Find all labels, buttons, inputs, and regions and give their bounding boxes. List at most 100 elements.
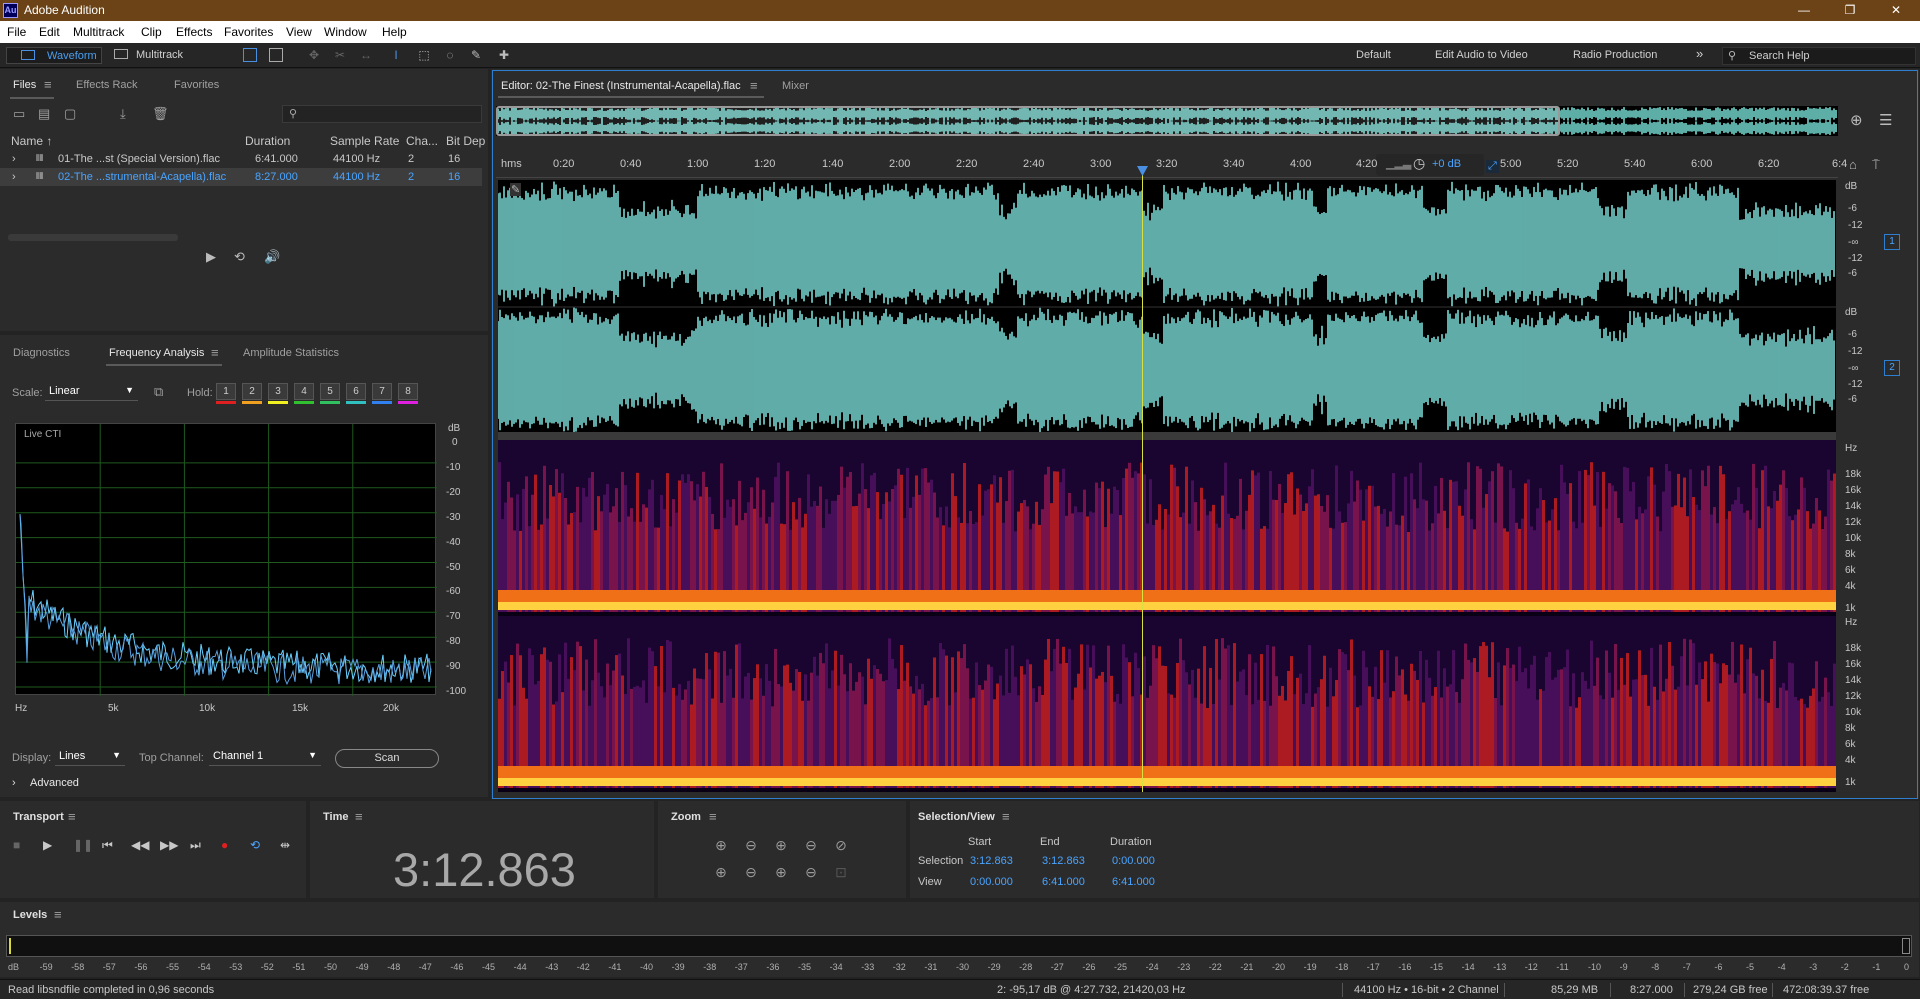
edit-icon[interactable]: ✎	[510, 183, 522, 196]
files-scrollbar[interactable]	[8, 234, 178, 241]
files-menu-icon[interactable]: ≡	[44, 77, 52, 92]
panel-options-icon[interactable]: ☰	[1879, 111, 1892, 129]
menu-edit[interactable]: Edit	[39, 25, 60, 39]
loop-preview-icon[interactable]: ⟲	[234, 249, 245, 265]
play-preview-icon[interactable]: ▶	[206, 249, 216, 265]
overview-view-range[interactable]	[496, 106, 1560, 136]
col-sample-rate[interactable]: Sample Rate	[330, 134, 399, 148]
overview-strip[interactable]	[495, 106, 1838, 136]
tab-editor[interactable]: Editor: 02-The Finest (Instrumental-Acap…	[501, 80, 741, 92]
menu-window[interactable]: Window	[324, 25, 367, 39]
brush-tool-icon[interactable]: ✎	[469, 48, 483, 62]
slip-tool-icon[interactable]: ↔	[359, 48, 373, 62]
spectrogram-low-band	[1275, 590, 1278, 604]
menu-file[interactable]: File	[7, 25, 26, 39]
files-search-input[interactable]: ⚲	[282, 105, 482, 123]
tab-frequency-analysis[interactable]: Frequency Analysis	[109, 347, 204, 359]
editor-menu-icon[interactable]: ≡	[750, 78, 758, 93]
spectrogram-bass-band	[699, 778, 702, 786]
expand-chevron-icon[interactable]: ›	[12, 153, 16, 165]
col-name[interactable]: Name ↑	[11, 134, 52, 148]
spectrogram-low-band	[750, 590, 753, 604]
workspace-radio-production[interactable]: Radio Production	[1573, 49, 1657, 61]
pin-hud-icon[interactable]: ⤢	[1486, 160, 1499, 173]
snap-icon[interactable]: ⌂	[1849, 157, 1857, 172]
spectrogram-low-band	[528, 766, 531, 780]
col-channels[interactable]: Cha...	[406, 134, 438, 148]
scale-dropdown[interactable]: Linear ▼	[45, 383, 138, 401]
waveform-display[interactable]: ✎	[497, 180, 1836, 434]
lasso-tool-icon[interactable]: ◌	[443, 48, 457, 62]
marker-icon[interactable]: ⍑	[1872, 157, 1880, 173]
marquee-tool-icon[interactable]: ⬚	[417, 48, 431, 62]
scan-button[interactable]: Scan	[335, 749, 439, 768]
tab-favorites[interactable]: Favorites	[174, 79, 219, 91]
tab-mixer[interactable]: Mixer	[782, 80, 809, 92]
workspace-edit-audio-to-video[interactable]: Edit Audio to Video	[1435, 49, 1528, 61]
display-dropdown[interactable]: Lines ▼	[55, 748, 125, 766]
spectrogram-low-band	[1362, 590, 1365, 604]
copy-icon[interactable]: ⧉	[154, 384, 163, 400]
new-file-icon[interactable]: ▢	[64, 106, 76, 122]
spectrogram-low-band	[654, 766, 657, 780]
import-file-icon[interactable]: ▤	[38, 106, 50, 122]
spot-healing-tool-icon[interactable]: ✚	[497, 48, 511, 62]
col-bit-depth[interactable]: Bit Dep	[446, 134, 485, 148]
multitrack-view-button[interactable]: Multitrack	[112, 47, 202, 64]
waveform-display-icon[interactable]	[243, 48, 257, 62]
freq-menu-icon[interactable]: ≡	[211, 345, 219, 360]
restore-button[interactable]: ❐	[1830, 0, 1870, 21]
spectrogram-low-band	[1215, 590, 1218, 604]
waveform-view-button[interactable]: Waveform	[6, 47, 102, 64]
spectrogram-low-band	[936, 590, 939, 604]
time-selection-tool-icon[interactable]: I	[389, 48, 403, 62]
expand-chevron-icon[interactable]: ›	[12, 171, 16, 183]
spectrogram-low-band	[1299, 590, 1302, 604]
menu-favorites[interactable]: Favorites	[224, 25, 273, 39]
spectral-display[interactable]	[498, 440, 1836, 792]
tab-amplitude-statistics[interactable]: Amplitude Statistics	[243, 347, 339, 359]
auto-play-icon[interactable]: 🔊	[264, 249, 280, 265]
col-duration[interactable]: Duration	[245, 134, 290, 148]
channel-2-toggle[interactable]: 2	[1884, 360, 1900, 376]
file-row-selected[interactable]: › ⫴⫴ 02-The ...strumental-Acapella).flac…	[0, 168, 482, 186]
move-tool-icon[interactable]: ✥	[307, 48, 321, 62]
spectrogram-bass-band	[729, 602, 732, 610]
spectrogram-low-band	[723, 766, 726, 780]
file-row[interactable]: › ⫴⫴ 01-The ...st (Special Version).flac…	[0, 150, 482, 168]
spectrogram-low-band	[1170, 590, 1173, 604]
menu-multitrack[interactable]: Multitrack	[73, 25, 124, 39]
search-help-field[interactable]: ⚲ Search Help	[1722, 47, 1916, 65]
top-channel-dropdown[interactable]: Channel 1 ▼	[209, 748, 321, 766]
spectrogram-low-band	[1743, 590, 1746, 604]
spectral-display-icon[interactable]	[269, 48, 283, 62]
more-workspaces-button[interactable]: »	[1696, 46, 1703, 61]
gain-knob-icon[interactable]: ◷	[1413, 155, 1425, 172]
spectrogram-low-band	[720, 590, 723, 604]
close-button[interactable]: ✕	[1876, 0, 1916, 21]
insert-into-multitrack-icon[interactable]: ⤓	[120, 106, 126, 122]
close-file-icon[interactable]: 🗑	[152, 106, 169, 122]
open-file-icon[interactable]: ▭	[13, 106, 25, 122]
spectrogram-low-band	[1062, 590, 1065, 604]
tab-files[interactable]: Files	[13, 79, 36, 91]
advanced-chevron-icon[interactable]: ›	[12, 777, 16, 789]
menu-help[interactable]: Help	[382, 25, 407, 39]
display-splitter[interactable]	[498, 432, 1836, 440]
minimize-button[interactable]: —	[1784, 0, 1824, 21]
channel-1-toggle[interactable]: 1	[1884, 234, 1900, 250]
razor-tool-icon[interactable]: ✂	[333, 48, 347, 62]
spectrogram-bass-band	[1569, 602, 1572, 610]
spectrogram-bass-band	[525, 778, 528, 786]
zoom-to-selection-icon[interactable]: ⊕	[1850, 111, 1863, 129]
menu-clip[interactable]: Clip	[141, 25, 162, 39]
spectrogram-low-band	[1773, 590, 1776, 604]
workspace-default[interactable]: Default	[1356, 49, 1391, 61]
tab-effects-rack[interactable]: Effects Rack	[76, 79, 138, 91]
hud-gain[interactable]: ▁▂▃ ◷ +0 dB	[1376, 154, 1484, 176]
advanced-toggle[interactable]: Advanced	[30, 777, 79, 789]
menu-effects[interactable]: Effects	[176, 25, 212, 39]
spectrogram-low-band	[1122, 766, 1125, 780]
tab-diagnostics[interactable]: Diagnostics	[13, 347, 70, 359]
menu-view[interactable]: View	[286, 25, 312, 39]
